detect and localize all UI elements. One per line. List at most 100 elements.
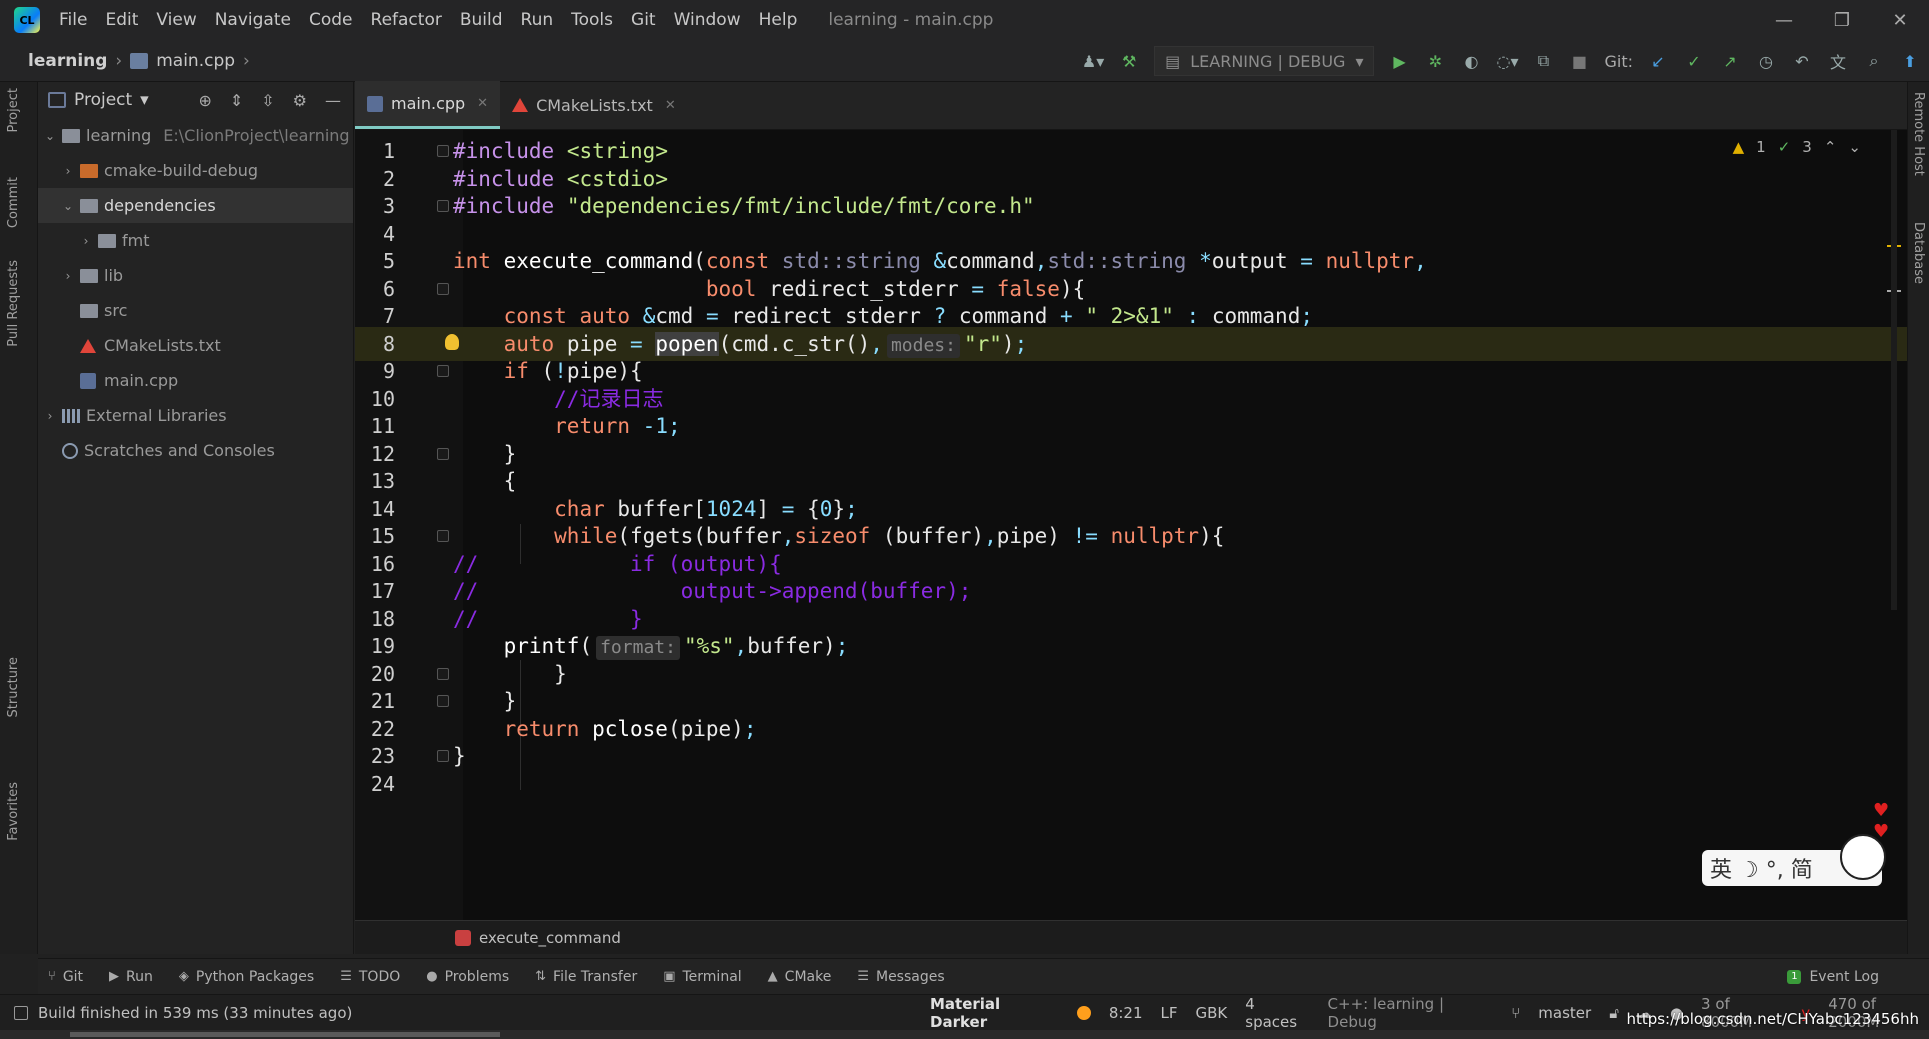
status-message[interactable]: Build finished in 539 ms (33 minutes ago… <box>0 1004 352 1022</box>
line-separator[interactable]: LF <box>1161 1004 1178 1022</box>
clion-logo-icon[interactable]: CL <box>14 7 40 33</box>
rollback-icon[interactable]: ↶ <box>1791 50 1813 72</box>
ime-toolbar[interactable]: 英 ☽ °, 简 <box>1702 834 1886 886</box>
toolwindow-terminal[interactable]: ▣ Terminal <box>663 969 741 985</box>
menu-item-file[interactable]: File <box>52 10 94 30</box>
fold-marker-icon[interactable] <box>437 200 449 212</box>
tree-item-fmt[interactable]: › fmt <box>38 223 353 258</box>
code-editor[interactable]: 1 #include <string> 2 #include <cstdio> 3 #in… <box>355 130 1907 920</box>
chevron-right-icon[interactable]: › <box>78 234 94 248</box>
menu-item-navigate[interactable]: Navigate <box>208 10 298 30</box>
fold-marker-icon[interactable] <box>437 447 449 460</box>
user-icon[interactable]: ♟▾ <box>1082 50 1104 72</box>
lock-icon[interactable]: 🔓︎ <box>1609 1004 1619 1022</box>
menu-item-tools[interactable]: Tools <box>564 10 620 30</box>
translate-icon[interactable]: 文 <box>1827 50 1849 72</box>
fold-marker-icon[interactable] <box>437 145 449 157</box>
chevron-down-icon[interactable]: ▾ <box>140 90 149 110</box>
tree-item-scratches-and-consoles[interactable]: Scratches and Consoles <box>38 433 353 468</box>
fold-marker-icon[interactable] <box>437 530 449 542</box>
menu-item-code[interactable]: Code <box>302 10 360 30</box>
expand-all-icon[interactable]: ⇕ <box>230 91 243 110</box>
inspection-widget[interactable]: ▲ 1 ✓ 3 ⌃ ⌄ <box>1733 138 1861 156</box>
tab-favorites[interactable]: Favorites <box>6 782 21 841</box>
menu-item-build[interactable]: Build <box>453 10 510 30</box>
git-update-icon[interactable]: ↙ <box>1647 50 1669 72</box>
git-commit-icon[interactable]: ✓ <box>1683 50 1705 72</box>
toolwindow-messages[interactable]: ☰ Messages <box>857 969 944 985</box>
toolwindow-problems[interactable]: ● Problems <box>426 969 509 985</box>
toolwindow-cmake[interactable]: ▲ CMake <box>768 969 832 985</box>
tree-item-dependencies[interactable]: ⌄ dependencies <box>38 188 353 223</box>
debug-bug-icon[interactable]: ✲ <box>1424 50 1446 72</box>
stop-icon[interactable]: ■ <box>1568 50 1590 72</box>
resolve-context[interactable]: C++: learning | Debug <box>1328 995 1494 1031</box>
close-icon[interactable]: ✕ <box>665 98 676 113</box>
toolwindow-file-transfer[interactable]: ⇅ File Transfer <box>535 969 637 985</box>
caret-position[interactable]: 8:21 <box>1109 1004 1143 1022</box>
tab-pull-requests[interactable]: Pull Requests <box>6 260 21 347</box>
tab-main-cpp[interactable]: main.cpp ✕ <box>355 81 501 129</box>
file-encoding[interactable]: GBK <box>1196 1004 1228 1022</box>
event-log-button[interactable]: 1 Event Log <box>1787 969 1929 985</box>
coverage-icon[interactable]: ◐ <box>1460 50 1482 72</box>
menu-item-git[interactable]: Git <box>624 10 663 30</box>
fold-marker-icon[interactable] <box>437 667 449 680</box>
git-branch[interactable]: master <box>1538 1004 1591 1022</box>
fold-marker-icon[interactable] <box>437 750 449 762</box>
tab-cmakelists-txt[interactable]: CMakeLists.txt ✕ <box>500 81 688 129</box>
tab-project[interactable]: Project <box>6 88 21 132</box>
chevron-up-icon[interactable]: ⌃ <box>1824 138 1837 156</box>
menu-item-window[interactable]: Window <box>667 10 748 30</box>
breadcrumb-project[interactable]: learning <box>28 51 107 71</box>
toggle-toolwindows-icon[interactable] <box>14 1005 28 1020</box>
menu-item-run[interactable]: Run <box>514 10 561 30</box>
minimize-button[interactable]: — <box>1755 0 1813 40</box>
toolwindow-todo[interactable]: ☰ TODO <box>340 969 400 985</box>
maximize-button[interactable]: ❐ <box>1813 0 1871 40</box>
breadcrumb-file[interactable]: main.cpp <box>156 51 235 71</box>
code-line[interactable]: 24 <box>355 767 1907 801</box>
editor-breadcrumb-function[interactable]: execute_command <box>479 929 621 947</box>
update-available-icon[interactable]: ⬆ <box>1899 50 1921 72</box>
tree-item-external-libraries[interactable]: › External Libraries <box>38 398 353 433</box>
fold-marker-icon[interactable] <box>437 282 449 295</box>
theme-name[interactable]: Material Darker <box>930 995 1059 1031</box>
project-panel-title[interactable]: Project <box>74 90 132 110</box>
menu-item-edit[interactable]: Edit <box>98 10 145 30</box>
menu-item-help[interactable]: Help <box>752 10 805 30</box>
vertical-scrollbar[interactable] <box>1891 130 1897 610</box>
chevron-down-icon[interactable]: ⌄ <box>60 199 76 213</box>
toolwindow-run[interactable]: ▶ Run <box>109 969 153 985</box>
toolwindow-python-packages[interactable]: ◈ Python Packages <box>179 969 314 985</box>
tree-item-cmakelists-txt[interactable]: CMakeLists.txt <box>38 328 353 363</box>
locate-icon[interactable]: ⊕ <box>198 91 211 110</box>
tree-item-learning[interactable]: ⌄ learning E:\ClionProject\learning <box>38 118 353 153</box>
fold-marker-icon[interactable] <box>437 365 449 377</box>
menu-item-refactor[interactable]: Refactor <box>364 10 449 30</box>
fold-marker-icon[interactable] <box>437 695 449 707</box>
chevron-down-icon[interactable]: ⌄ <box>42 129 58 143</box>
toolwindow-git[interactable]: ⑂ Git <box>48 969 83 985</box>
git-push-icon[interactable]: ↗ <box>1719 50 1741 72</box>
close-button[interactable]: ✕ <box>1871 0 1929 40</box>
search-icon[interactable]: ⌕ <box>1863 50 1885 72</box>
chevron-right-icon[interactable]: › <box>60 269 76 283</box>
attach-icon[interactable]: ⧉ <box>1532 50 1554 72</box>
tree-item-main-cpp[interactable]: main.cpp <box>38 363 353 398</box>
profile-icon[interactable]: ◌▾ <box>1496 50 1518 72</box>
line-number[interactable]: 24 <box>355 767 395 801</box>
tree-item-lib[interactable]: › lib <box>38 258 353 293</box>
run-icon[interactable]: ▶ <box>1388 50 1410 72</box>
indent-setting[interactable]: 4 spaces <box>1245 995 1309 1031</box>
hide-icon[interactable]: — <box>325 91 341 110</box>
history-icon[interactable]: ◷ <box>1755 50 1777 72</box>
tab-database[interactable]: Database <box>1911 222 1926 284</box>
run-configuration-select[interactable]: ▤ LEARNING | DEBUG ▾ <box>1154 46 1375 76</box>
chevron-right-icon[interactable]: › <box>42 409 58 423</box>
build-hammer-icon[interactable]: ⚒ <box>1118 50 1140 72</box>
menu-item-view[interactable]: View <box>149 10 203 30</box>
tree-item-src[interactable]: src <box>38 293 353 328</box>
collapse-all-icon[interactable]: ⇳ <box>261 91 274 110</box>
chevron-down-icon[interactable]: ⌄ <box>1848 138 1861 156</box>
